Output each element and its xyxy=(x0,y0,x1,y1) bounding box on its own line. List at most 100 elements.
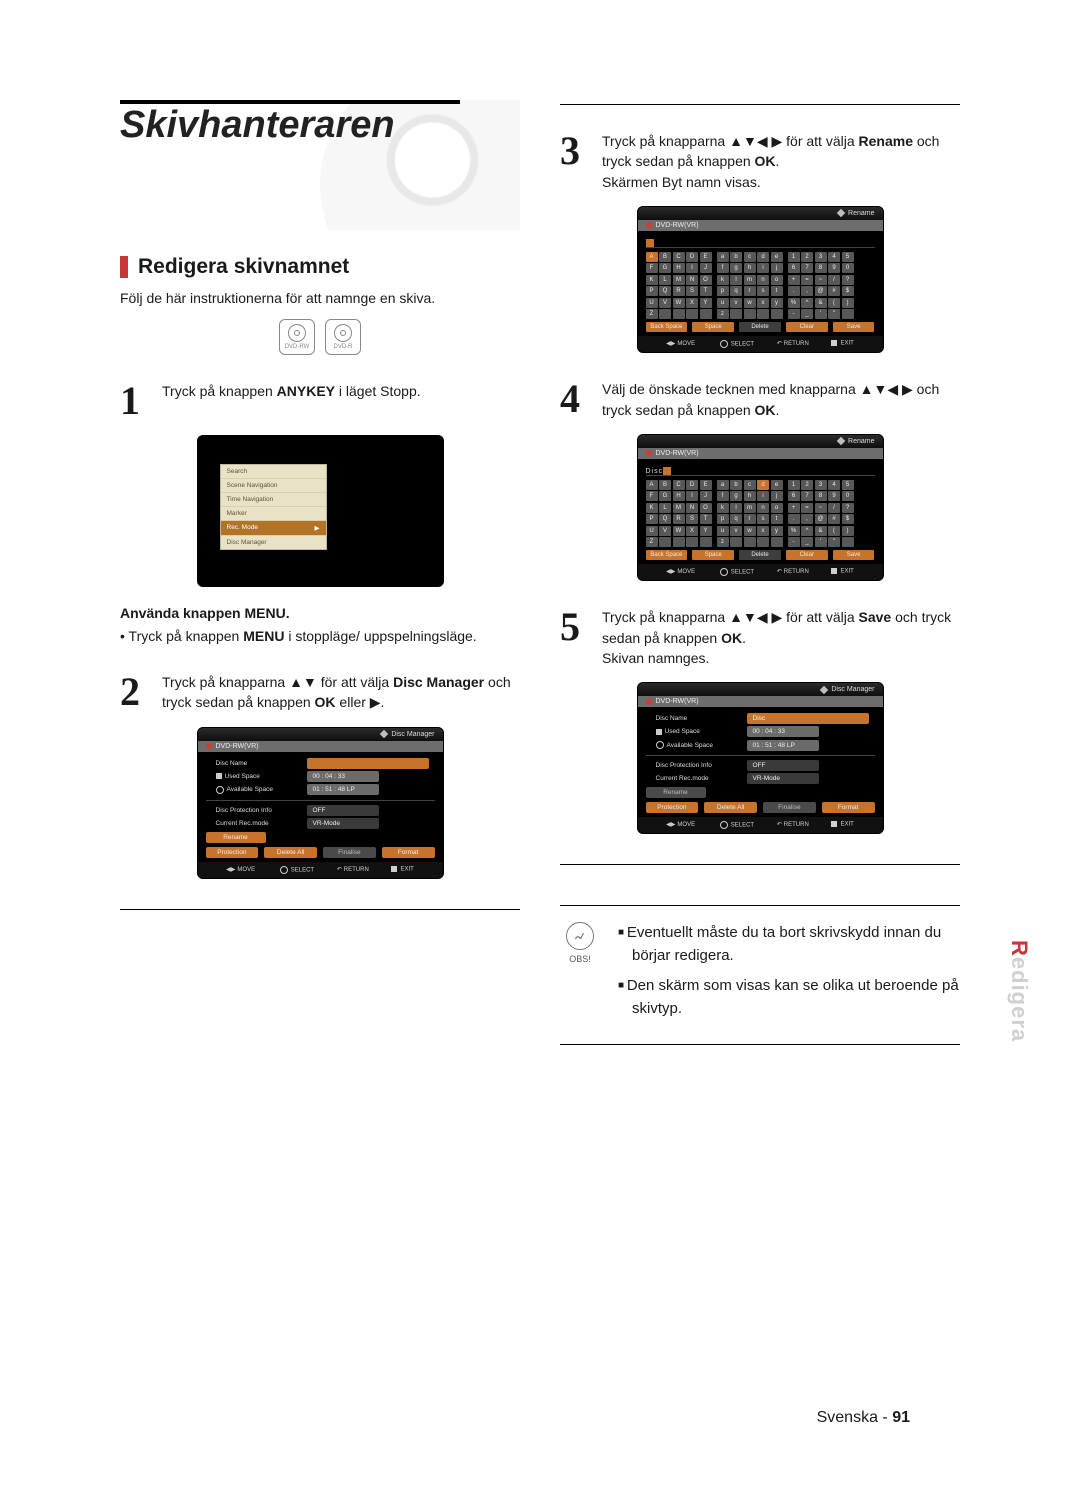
keyboard-key: v xyxy=(730,298,742,308)
keyboard-key: x xyxy=(757,298,769,308)
keyboard-key: t xyxy=(771,286,783,296)
keyboard-key: ' xyxy=(815,537,827,547)
keyboard-key xyxy=(842,537,854,547)
keyboard-key: ^ xyxy=(801,298,813,308)
keyboard-key: ) xyxy=(842,298,854,308)
keyboard-key: r xyxy=(744,514,756,524)
osd-title: Disc Manager xyxy=(391,731,434,738)
keyboard-key: u xyxy=(717,298,729,308)
chapter-title: Skivhanteraren xyxy=(120,104,520,147)
side-tab: Redigera xyxy=(1006,940,1032,1042)
keyboard-key: P xyxy=(646,286,658,296)
osd-disc-manager-after: Disc Manager DVD-RW(VR) Disc Name Disc U… xyxy=(637,682,884,834)
keyboard-key: H xyxy=(673,491,685,501)
keyboard-key: 5 xyxy=(842,252,854,262)
keyboard-key: = xyxy=(801,503,813,513)
osd-rename-before: Rename DVD-RW(VR) ABCDEFGHIJKLMNOPQRSTUV… xyxy=(637,206,884,354)
step-number: 5 xyxy=(560,607,592,647)
keyboard-key xyxy=(673,309,685,319)
keyboard-key: " xyxy=(828,309,840,319)
page-footer: Svenska - 91 xyxy=(817,1409,910,1427)
keyboard-key: 7 xyxy=(801,491,813,501)
kb-delete: Delete xyxy=(739,322,781,332)
keyboard-key: _ xyxy=(801,309,813,319)
step-5: 5 Tryck på knapparna ▲▼◀ ▶ för att välja… xyxy=(560,607,960,668)
step-1: 1 Tryck på knappen ANYKEY i läget Stopp. xyxy=(120,381,520,421)
entered-name: Disc xyxy=(646,468,664,475)
keyboard-key: m xyxy=(744,275,756,285)
keyboard-key xyxy=(757,309,769,319)
text-cursor xyxy=(646,239,654,247)
keyboard-key: ^ xyxy=(801,526,813,536)
keyboard-key: 4 xyxy=(828,252,840,262)
keyboard-key: n xyxy=(757,275,769,285)
anykey-item: Marker xyxy=(221,507,326,521)
kb-save: Save xyxy=(833,322,875,332)
step-number: 1 xyxy=(120,381,152,421)
keyboard-key: & xyxy=(815,526,827,536)
dm-delete-all-button: Delete All xyxy=(264,847,317,858)
keyboard-key: l xyxy=(730,503,742,513)
step-4: 4 Välj de önskade tecknen med knapparna … xyxy=(560,379,960,420)
keyboard-key: E xyxy=(700,480,712,490)
keyboard-key: m xyxy=(744,503,756,513)
step-number: 4 xyxy=(560,379,592,419)
keyboard-key: C xyxy=(673,252,685,262)
keyboard-key xyxy=(730,537,742,547)
keyboard-key: c xyxy=(744,480,756,490)
keyboard-key xyxy=(686,537,698,547)
keyboard-key: U xyxy=(646,298,658,308)
keyboard-key: M xyxy=(673,503,685,513)
dm-finalise-button: Finalise xyxy=(323,847,376,858)
anykey-item-selected: Rec. Mode▶ xyxy=(221,521,326,536)
keyboard-key: b xyxy=(730,252,742,262)
keyboard-key: r xyxy=(744,286,756,296)
keyboard-key: Z xyxy=(646,537,658,547)
keyboard-key: y xyxy=(771,298,783,308)
keyboard-key: T xyxy=(700,286,712,296)
keyboard-key: I xyxy=(686,491,698,501)
rename-button: Rename xyxy=(206,832,266,843)
keyboard-key: 2 xyxy=(801,252,813,262)
keyboard-key: A xyxy=(646,252,658,262)
keyboard-key: t xyxy=(771,514,783,524)
badge-dvd-rw: DVD-RW xyxy=(279,319,315,355)
keyboard-key xyxy=(659,309,671,319)
keyboard-key: w xyxy=(744,526,756,536)
keyboard-key: 7 xyxy=(801,263,813,273)
keyboard-key: s xyxy=(757,286,769,296)
keyboard-key xyxy=(700,537,712,547)
disc-type-badges: DVD-RW DVD-R xyxy=(120,319,520,355)
keyboard-key: q xyxy=(730,286,742,296)
keyboard-key: 4 xyxy=(828,480,840,490)
keyboard-key: y xyxy=(771,526,783,536)
keyboard-key: a xyxy=(717,480,729,490)
section-title: Redigera skivnamnet xyxy=(138,255,349,279)
step-number: 2 xyxy=(120,672,152,712)
osd-rename-after: Rename DVD-RW(VR) Disc ABCDEFGHIJKLMNOPQ… xyxy=(637,434,884,582)
keyboard-key: Q xyxy=(659,514,671,524)
anykey-item: Time Navigation xyxy=(221,493,326,507)
anykey-item: Disc Manager xyxy=(221,536,326,549)
keyboard-key: j xyxy=(771,263,783,273)
disc-name-value: Disc xyxy=(747,713,869,724)
keyboard-key: n xyxy=(757,503,769,513)
keyboard-key: - xyxy=(788,537,800,547)
keyboard-key: L xyxy=(659,275,671,285)
keyboard-key xyxy=(744,309,756,319)
keyboard-key xyxy=(771,309,783,319)
keyboard-key: z xyxy=(717,309,729,319)
keyboard-key: ~ xyxy=(815,275,827,285)
keyboard-key: ~ xyxy=(815,503,827,513)
keyboard-key: d xyxy=(757,480,769,490)
keyboard-key: L xyxy=(659,503,671,513)
keyboard-key: + xyxy=(788,503,800,513)
keyboard-key: , xyxy=(801,286,813,296)
keyboard-key xyxy=(730,309,742,319)
keyboard-key: . xyxy=(788,514,800,524)
dm-protection-button: Protection xyxy=(206,847,259,858)
kb-backspace: Back Space xyxy=(646,322,688,332)
keyboard-key: 8 xyxy=(815,491,827,501)
step-number: 3 xyxy=(560,131,592,171)
keyboard-key: b xyxy=(730,480,742,490)
